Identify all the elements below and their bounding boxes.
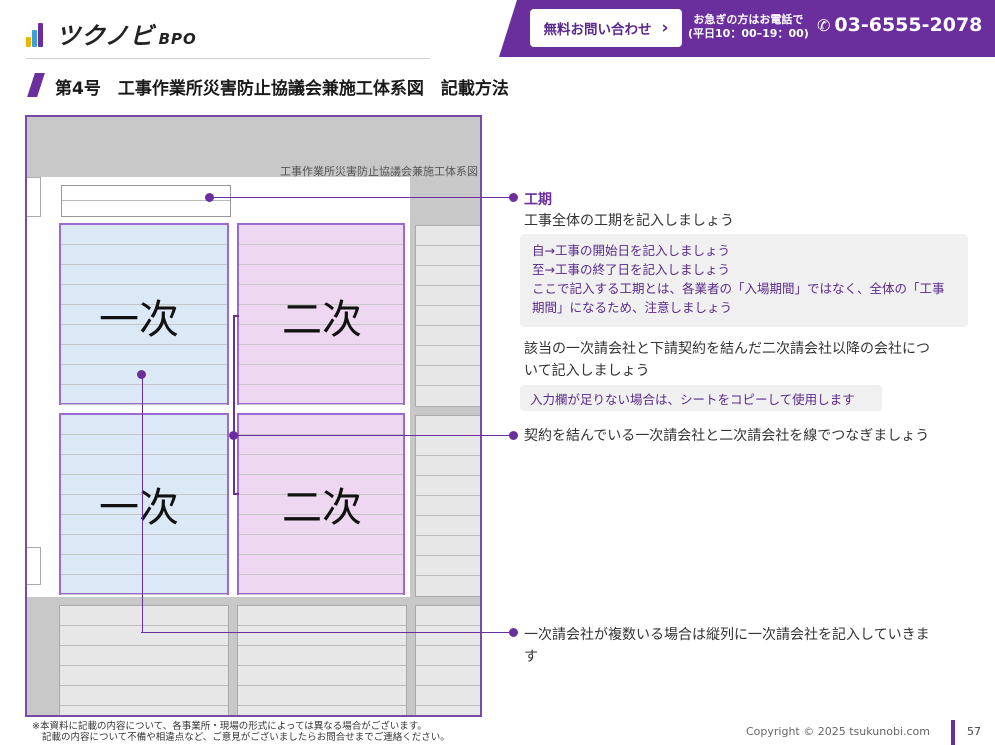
copyright: Copyright © 2025 tsukunobi.com xyxy=(746,725,930,738)
subcontract-note: 入力欄が足りない場合は、シートをコピーして使用します xyxy=(520,385,882,411)
subcontract-text: 該当の一次請会社と下請契約を結んだ二次請会社以降の会社につ いて記入しましょう xyxy=(524,341,930,379)
page-title: 第4号 工事作業所災害防止協議会兼施工体系図 記載方法 xyxy=(55,79,509,99)
page-accent xyxy=(951,720,955,745)
form-column-grey xyxy=(415,415,480,597)
title-accent xyxy=(27,73,45,97)
form-column-grey xyxy=(415,605,480,715)
form-column-grey xyxy=(59,605,229,715)
period-text: 工事全体の工期を記入しましょう xyxy=(524,213,734,229)
contract-link-line xyxy=(233,315,239,317)
form-column-grey xyxy=(415,225,480,407)
tier-label: 一次 xyxy=(99,485,179,531)
contract-link-line xyxy=(233,493,239,495)
footnote: ※本資料に記載の内容について、各事業所・現場の形式によっては異なる場合がございま… xyxy=(32,721,450,743)
form-cell xyxy=(27,177,41,217)
logo-text: ツクノビ BPO xyxy=(56,22,197,50)
phone-number[interactable]: ✆ 03-6555-2078 xyxy=(817,14,982,36)
form-image: 工事作業所災害防止協議会兼施工体系図 一次 二次 一次 二次 xyxy=(25,115,482,717)
multiple-text: 一次請会社が複数いる場合は縦列に一次請会社を記入していきま す xyxy=(524,627,930,665)
tier-label: 一次 xyxy=(99,297,179,343)
contact-button-label: 無料お問い合わせ xyxy=(543,22,652,38)
period-heading: 工期 xyxy=(524,192,552,208)
header-divider xyxy=(26,58,430,59)
connector-line xyxy=(141,632,515,633)
tier-label: 二次 xyxy=(282,485,362,531)
chevron-right-icon: › xyxy=(661,18,669,38)
bullet-dot xyxy=(509,193,518,202)
primary-marker xyxy=(137,370,146,379)
period-note: 自→工事の開始日を記入しましょう 至→工事の終了日を記入しましょう ここで記入す… xyxy=(520,234,968,327)
form-column-grey xyxy=(237,605,407,715)
bullet-dot xyxy=(509,431,518,440)
primary-column-line xyxy=(142,375,143,633)
contact-button[interactable]: 無料お問い合わせ › xyxy=(530,9,682,47)
connector-line xyxy=(210,197,515,198)
connector-line xyxy=(234,435,515,436)
form-caption: 工事作業所災害防止協議会兼施工体系図 xyxy=(280,165,478,178)
period-field xyxy=(61,185,231,217)
bullet-dot xyxy=(509,628,518,637)
form-cell xyxy=(27,547,41,585)
logo[interactable]: ツクノビ BPO xyxy=(26,16,197,51)
page-number: 57 xyxy=(967,725,981,738)
contract-link-line xyxy=(233,315,235,493)
phone-icon: ✆ xyxy=(817,15,831,35)
connect-text: 契約を結んでいる一次請会社と二次請会社を線でつなぎましょう xyxy=(524,428,930,444)
logo-bars-icon xyxy=(26,21,48,47)
tier-label: 二次 xyxy=(282,297,362,343)
business-hours: お急ぎの方はお電話で (平日10：00–19：00) xyxy=(688,13,809,40)
